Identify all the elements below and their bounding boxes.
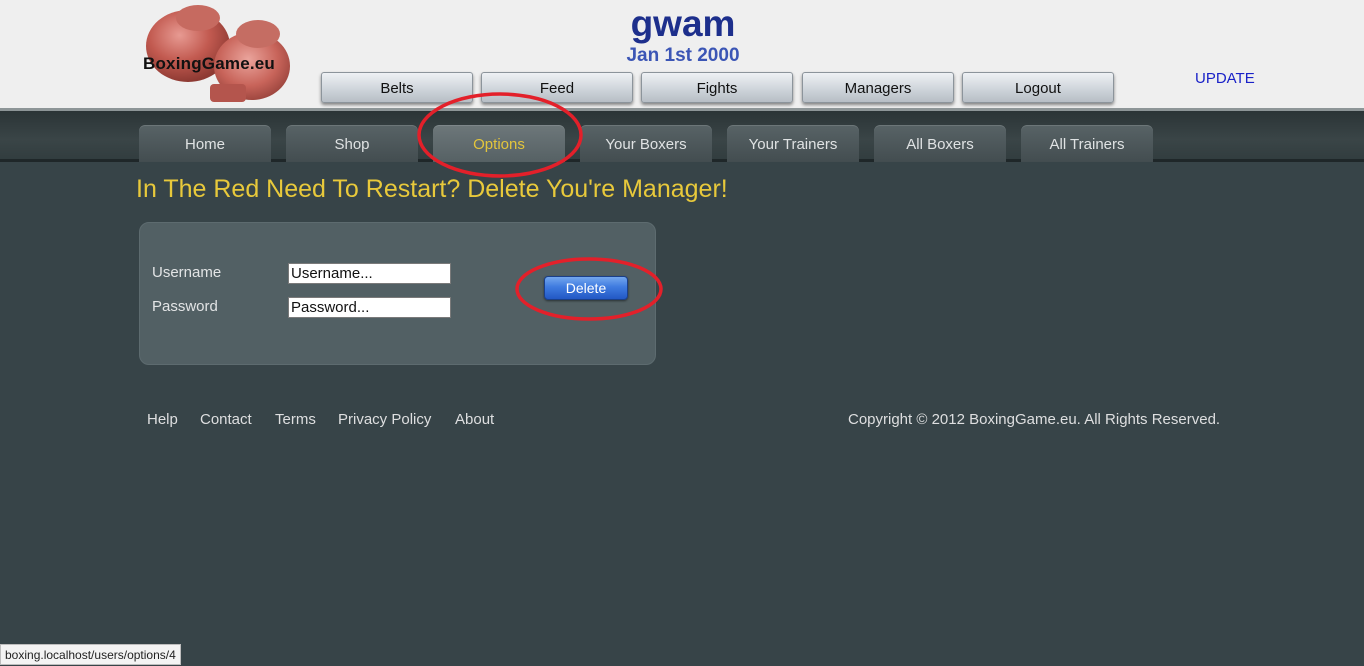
nav-button-belts[interactable]: Belts [321, 72, 473, 103]
nav-button-feed[interactable]: Feed [481, 72, 633, 103]
footer-link-privacy-policy[interactable]: Privacy Policy [338, 411, 431, 428]
manager-name: gwam [630, 3, 736, 44]
nav-button-logout[interactable]: Logout [962, 72, 1114, 103]
copyright-text: Copyright © 2012 BoxingGame.eu. All Righ… [848, 411, 1221, 428]
main-tab-bar: Home Shop Options Your Boxers Your Train… [0, 108, 1364, 162]
password-label: Password [152, 298, 218, 315]
update-link[interactable]: UPDATE [1195, 70, 1255, 87]
password-input[interactable] [288, 297, 451, 318]
tab-options[interactable]: Options [433, 125, 565, 162]
site-logo[interactable]: BoxingGame.eu [140, 4, 295, 104]
nav-button-managers[interactable]: Managers [802, 72, 954, 103]
game-date: Jan 1st 2000 [626, 45, 740, 66]
top-header: BoxingGame.eu gwam Jan 1st 2000 Belts Fe… [0, 0, 1364, 108]
tab-your-trainers[interactable]: Your Trainers [727, 125, 859, 162]
tab-home[interactable]: Home [139, 125, 271, 162]
footer-link-help[interactable]: Help [147, 411, 178, 428]
status-bar-url: boxing.localhost/users/options/4 [0, 644, 181, 665]
tab-shop[interactable]: Shop [286, 125, 418, 162]
username-input[interactable] [288, 263, 451, 284]
delete-manager-form: Username Password Delete [139, 222, 656, 365]
nav-button-fights[interactable]: Fights [641, 72, 793, 103]
delete-button[interactable]: Delete [544, 276, 628, 300]
logo-text: BoxingGame.eu [143, 54, 276, 73]
tab-all-boxers[interactable]: All Boxers [874, 125, 1006, 162]
tab-your-boxers[interactable]: Your Boxers [580, 125, 712, 162]
footer-link-contact[interactable]: Contact [200, 411, 252, 428]
page-heading: In The Red Need To Restart? Delete You'r… [136, 175, 728, 203]
tab-all-trainers[interactable]: All Trainers [1021, 125, 1153, 162]
footer-link-terms[interactable]: Terms [275, 411, 316, 428]
footer-link-about[interactable]: About [455, 411, 494, 428]
username-label: Username [152, 264, 222, 281]
